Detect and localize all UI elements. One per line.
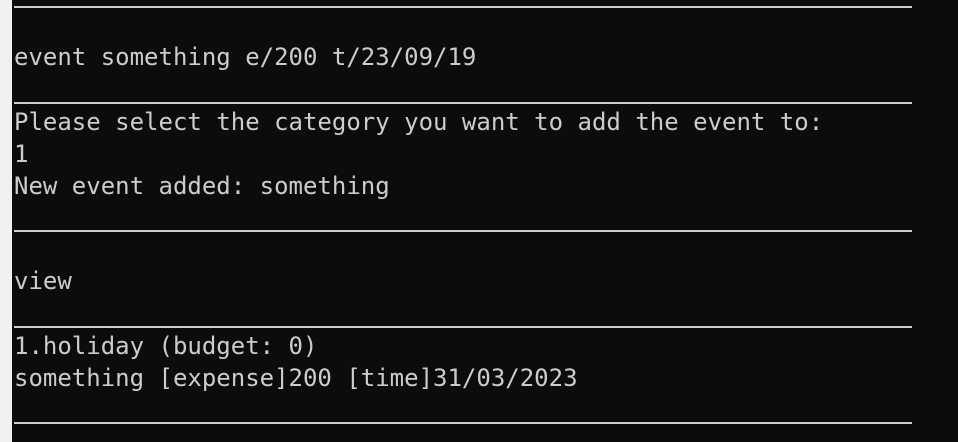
window-left-edge	[0, 0, 12, 442]
user-command-view: view	[14, 267, 72, 295]
separator-line	[14, 422, 912, 424]
separator-line	[14, 102, 912, 104]
separator-line	[14, 6, 912, 8]
category-entry: 1.holiday (budget: 0)	[14, 332, 318, 360]
category-prompt: Please select the category you want to a…	[14, 108, 824, 136]
user-command-event: event something e/200 t/23/09/19	[14, 43, 477, 71]
terminal-window[interactable]: event something e/200 t/23/09/19 Please …	[0, 0, 958, 442]
category-input: 1	[14, 140, 29, 168]
separator-line	[14, 326, 912, 328]
separator-line	[14, 230, 912, 232]
event-added-message: New event added: something	[14, 172, 390, 200]
event-entry: something [expense]200 [time]31/03/2023	[14, 364, 578, 392]
